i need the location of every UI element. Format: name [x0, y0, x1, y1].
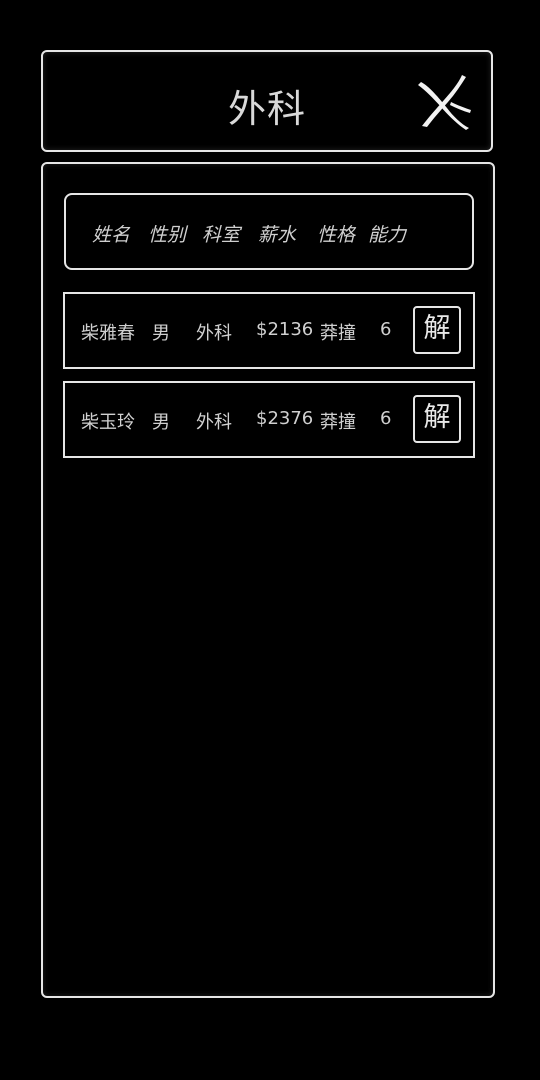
column-header-name: 姓名	[92, 224, 131, 246]
staff-department: 外科	[196, 323, 232, 344]
close-button[interactable]	[415, 72, 473, 130]
staff-list-panel: 姓名 性别 科室 薪水 性格 能力 柴雅春 男 外科 $2136 莽撞 6 解 …	[41, 162, 495, 998]
column-header-salary: 薪水	[258, 224, 297, 246]
dismiss-button[interactable]: 解	[413, 395, 461, 443]
staff-name: 柴玉玲	[81, 412, 135, 433]
dialog-header: 外科	[41, 50, 493, 152]
table-header: 姓名 性别 科室 薪水 性格 能力	[64, 193, 474, 270]
staff-gender: 男	[152, 412, 170, 433]
column-header-department: 科室	[202, 224, 241, 246]
column-header-gender: 性别	[148, 224, 187, 246]
table-row: 柴雅春 男 外科 $2136 莽撞 6 解	[63, 292, 475, 369]
department-dialog: 外科 姓名 性别 科室 薪水 性格 能力 柴雅春 男 外科 $2136 莽撞 6…	[0, 0, 540, 1080]
staff-name: 柴雅春	[81, 323, 135, 344]
staff-personality: 莽撞	[320, 323, 356, 344]
staff-personality: 莽撞	[320, 412, 356, 433]
staff-ability: 6	[380, 408, 392, 429]
column-header-ability: 能力	[368, 224, 407, 246]
staff-department: 外科	[196, 412, 232, 433]
dismiss-button[interactable]: 解	[413, 306, 461, 354]
staff-gender: 男	[152, 323, 170, 344]
close-icon	[418, 75, 471, 130]
staff-ability: 6	[380, 319, 392, 340]
staff-salary: $2136	[256, 319, 314, 340]
table-row: 柴玉玲 男 外科 $2376 莽撞 6 解	[63, 381, 475, 458]
column-header-personality: 性格	[317, 224, 356, 246]
staff-salary: $2376	[256, 408, 314, 429]
